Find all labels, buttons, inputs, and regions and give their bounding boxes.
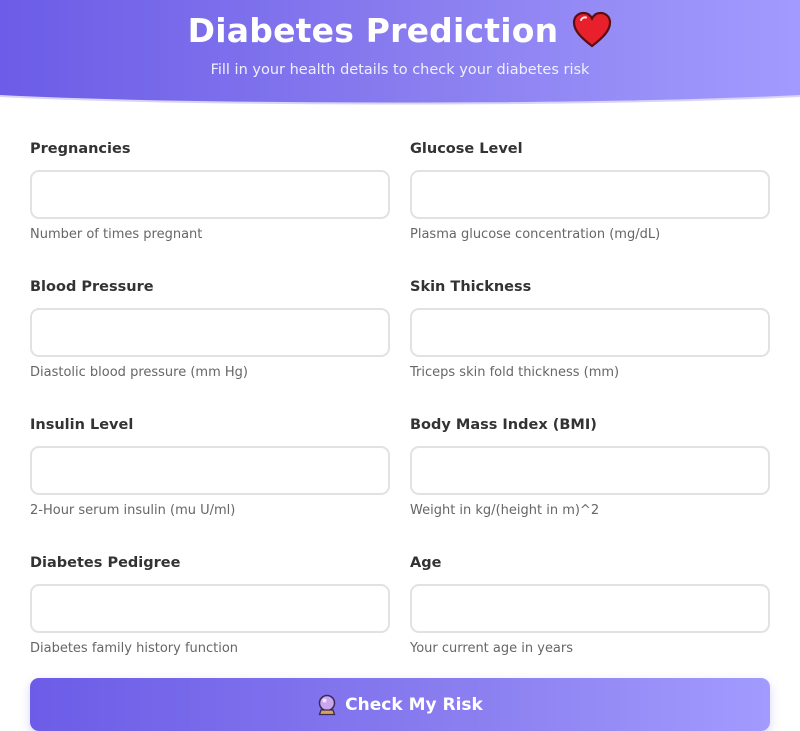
field-skin-thickness: Skin Thickness Triceps skin fold thickne…	[410, 277, 770, 380]
check-risk-button[interactable]: Check My Risk	[30, 678, 770, 731]
bmi-help: Weight in kg/(height in m)^2	[410, 503, 600, 518]
glucose-input[interactable]	[410, 170, 770, 219]
insulin-input[interactable]	[30, 446, 390, 495]
field-bmi: Body Mass Index (BMI) Weight in kg/(heig…	[410, 415, 770, 518]
field-insulin: Insulin Level 2-Hour serum insulin (mu U…	[30, 415, 390, 518]
blood-pressure-input[interactable]	[30, 308, 390, 357]
insulin-label: Insulin Level	[30, 417, 134, 433]
pregnancies-input[interactable]	[30, 170, 390, 219]
pedigree-input[interactable]	[30, 584, 390, 633]
bmi-label: Body Mass Index (BMI)	[410, 417, 597, 433]
field-glucose: Glucose Level Plasma glucose concentrati…	[410, 139, 770, 242]
heart-icon	[572, 11, 612, 49]
insulin-help: 2-Hour serum insulin (mu U/ml)	[30, 503, 236, 518]
skin-thickness-label: Skin Thickness	[410, 279, 532, 295]
field-pedigree: Diabetes Pedigree Diabetes family histor…	[30, 553, 390, 656]
page-subtitle: Fill in your health details to check you…	[210, 62, 590, 78]
skin-thickness-input[interactable]	[410, 308, 770, 357]
age-label: Age	[410, 555, 442, 571]
age-input[interactable]	[410, 584, 770, 633]
skin-thickness-help: Triceps skin fold thickness (mm)	[410, 365, 620, 380]
pedigree-label: Diabetes Pedigree	[30, 555, 181, 571]
pedigree-help: Diabetes family history function	[30, 641, 239, 656]
field-age: Age Your current age in years	[410, 553, 770, 656]
pregnancies-label: Pregnancies	[30, 141, 131, 157]
header-banner: Diabetes Prediction Fill in your health …	[0, 0, 800, 106]
blood-pressure-help: Diastolic blood pressure (mm Hg)	[30, 365, 248, 380]
age-help: Your current age in years	[410, 641, 574, 656]
field-blood-pressure: Blood Pressure Diastolic blood pressure …	[30, 277, 390, 380]
blood-pressure-label: Blood Pressure	[30, 279, 154, 295]
title-row: Diabetes Prediction	[0, 8, 800, 52]
crystal-ball-icon	[317, 694, 337, 716]
bmi-input[interactable]	[410, 446, 770, 495]
check-risk-label: Check My Risk	[345, 694, 483, 715]
page-title: Diabetes Prediction	[187, 10, 559, 50]
field-pregnancies: Pregnancies Number of times pregnant	[30, 139, 390, 242]
glucose-label: Glucose Level	[410, 141, 523, 157]
glucose-help: Plasma glucose concentration (mg/dL)	[410, 227, 661, 242]
header-wave	[0, 95, 800, 106]
pregnancies-help: Number of times pregnant	[30, 227, 203, 242]
